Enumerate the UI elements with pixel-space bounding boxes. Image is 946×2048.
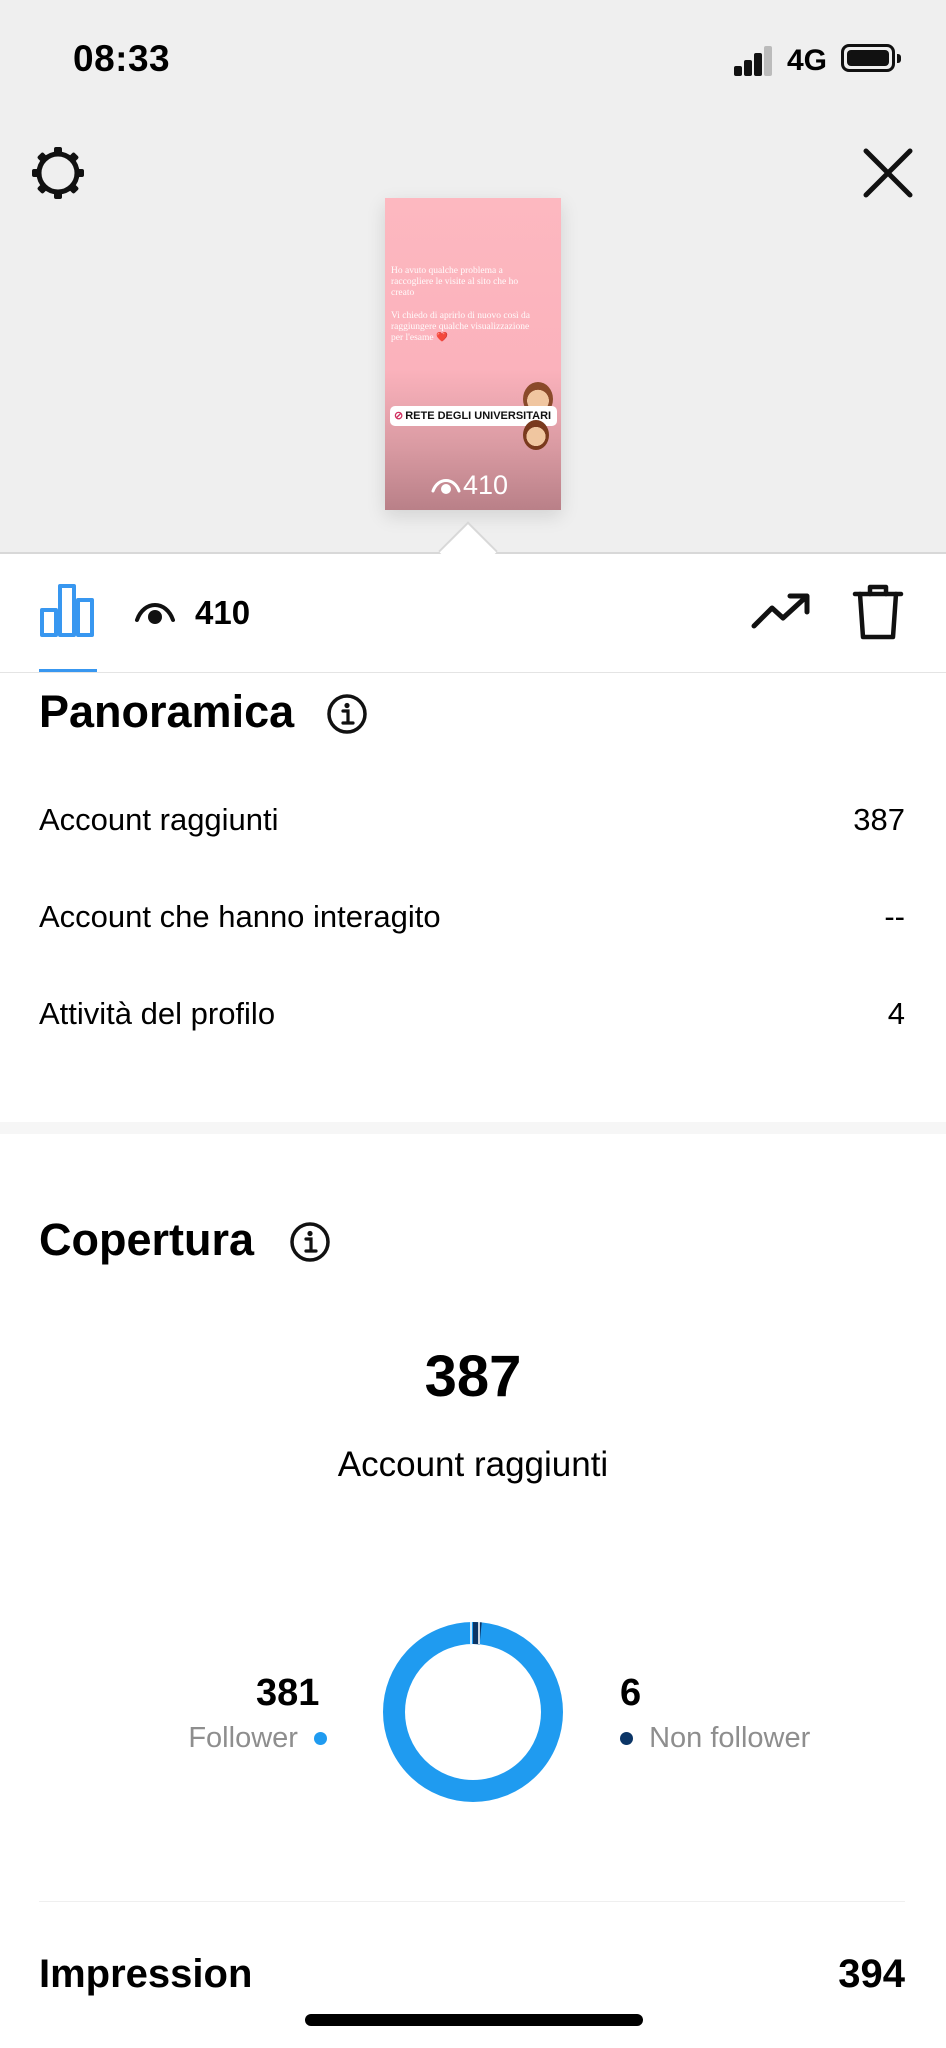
non-followers-value: 6: [620, 1672, 642, 1714]
overview-row[interactable]: Account che hanno interagito --: [39, 899, 905, 935]
story-views: 410: [431, 470, 508, 500]
non-followers-dot: [620, 1732, 633, 1745]
impressions-label: Impression: [39, 1952, 253, 1996]
eye-icon: [135, 603, 175, 624]
views-count: 410: [195, 594, 251, 631]
overview-title: Panoramica: [39, 686, 295, 737]
row-label: Account raggiunti: [39, 802, 279, 837]
story-thumbnail[interactable]: Ho avuto qualche problema a raccogliere …: [385, 198, 561, 510]
story-caption: Ho avuto qualche problema a raccogliere …: [391, 266, 541, 356]
trending-up-icon[interactable]: [750, 592, 812, 632]
link-sticker-label: RETE DEGLI UNIVERSITARI: [405, 410, 552, 422]
story-text-line: Vi chiedo di aprirlo di nuovo così da ra…: [391, 311, 530, 343]
reach-donut-chart: [383, 1622, 563, 1802]
signal-icon: [734, 44, 774, 76]
trash-icon[interactable]: [852, 582, 904, 642]
insights-tabbar: 410: [0, 554, 946, 673]
row-label: Attività del profilo: [39, 996, 276, 1031]
overview-row[interactable]: Attività del profilo 4: [39, 996, 905, 1032]
story-preview-area: 08:33 4G Ho avuto qualche problema a rac…: [0, 0, 946, 554]
info-icon[interactable]: [326, 693, 368, 735]
reach-title: Copertura: [39, 1214, 255, 1265]
bar-chart-icon[interactable]: [39, 582, 95, 638]
reach-total: 387: [424, 1344, 522, 1409]
followers-value: 381: [256, 1672, 320, 1714]
followers-label: Follower: [188, 1722, 298, 1754]
overview-row[interactable]: Account raggiunti 387: [39, 802, 905, 838]
story-views-count: 410: [463, 470, 509, 500]
followers-dot: [314, 1732, 327, 1745]
followers-legend: Follower: [188, 1722, 327, 1755]
gear-icon[interactable]: [30, 145, 86, 201]
donut-followers-arc: [383, 1622, 563, 1802]
info-icon[interactable]: [289, 1221, 331, 1263]
memoji-sticker: [523, 420, 549, 450]
row-divider: [39, 1901, 905, 1902]
row-value: --: [884, 899, 905, 934]
close-icon[interactable]: [858, 143, 918, 203]
non-followers-legend: Non follower: [620, 1722, 810, 1755]
link-icon: ⊘: [394, 410, 404, 422]
story-text-line: Ho avuto qualche problema a raccogliere …: [391, 266, 519, 298]
row-label: Account che hanno interagito: [39, 899, 441, 934]
reach-total-label: Account raggiunti: [337, 1445, 609, 1484]
impressions-value: 394: [838, 1952, 905, 1996]
row-value: 4: [887, 996, 905, 1031]
non-followers-label: Non follower: [649, 1722, 811, 1754]
section-divider: [0, 1122, 946, 1134]
network-type: 4G: [787, 44, 828, 77]
home-indicator[interactable]: [305, 2014, 643, 2026]
tab-underline: [39, 669, 97, 672]
battery-icon: [841, 44, 901, 72]
row-value: 387: [853, 802, 905, 837]
eye-icon: [431, 479, 461, 494]
status-time: 08:33: [73, 38, 171, 79]
